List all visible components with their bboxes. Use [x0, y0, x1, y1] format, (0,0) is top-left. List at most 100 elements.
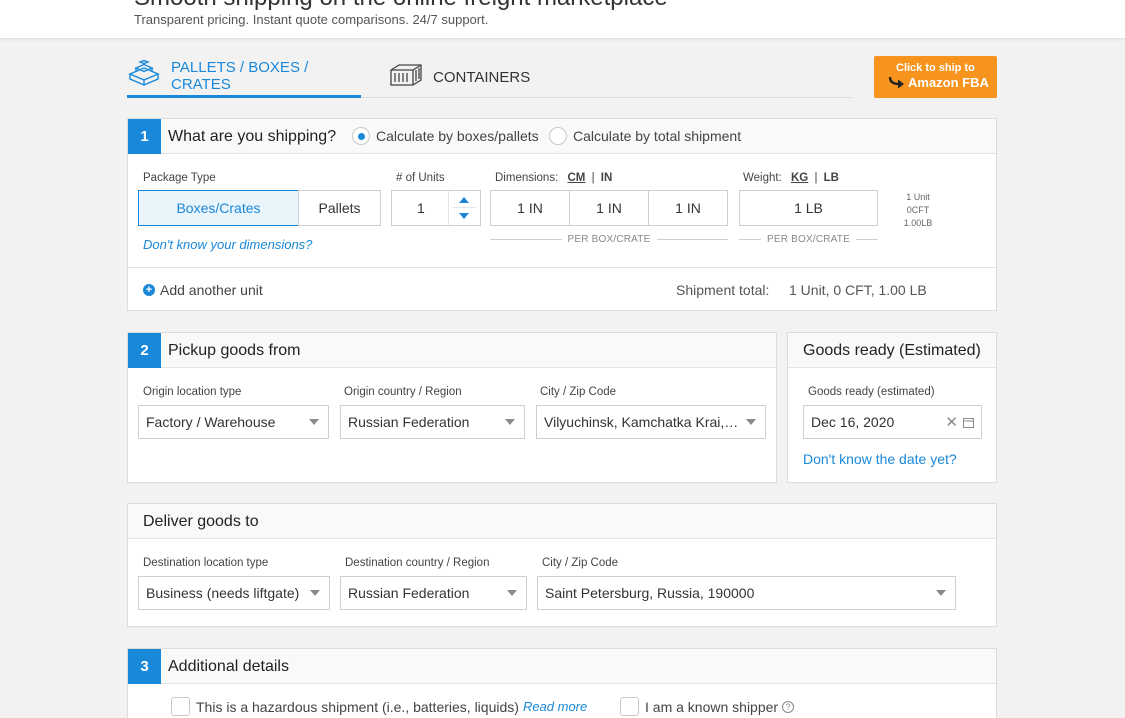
radio-label: Calculate by boxes/pallets — [376, 128, 539, 144]
shipment-type-tabs: PALLETS / BOXES / CRATES CONTAINERS — [127, 56, 852, 98]
checkbox-label: This is a hazardous shipment (i.e., batt… — [196, 698, 519, 715]
radio-by-boxes-pallets[interactable]: Calculate by boxes/pallets — [352, 127, 539, 145]
add-unit-label: Add another unit — [160, 282, 263, 298]
read-more-link[interactable]: Read more — [523, 699, 587, 714]
help-icon[interactable]: ? — [782, 700, 795, 713]
chevron-down-icon — [507, 590, 517, 596]
radio-label: Calculate by total shipment — [573, 128, 742, 144]
origin-type-select[interactable]: Factory / Warehouse — [138, 405, 329, 439]
unit-lb-toggle[interactable]: LB — [824, 172, 839, 184]
tab-containers[interactable]: CONTAINERS — [389, 56, 530, 98]
destination-country-label: Destination country / Region — [345, 557, 490, 569]
select-value: Factory / Warehouse — [146, 414, 276, 430]
goods-ready-label: Goods ready (estimated) — [808, 386, 935, 398]
destination-type-select[interactable]: Business (needs liftgate) — [138, 576, 330, 610]
weight-label: Weight: KG | LB — [743, 172, 839, 184]
radio-by-total-shipment[interactable]: Calculate by total shipment — [549, 127, 741, 145]
chevron-down-icon — [309, 419, 319, 425]
package-pallets-button[interactable]: Pallets — [298, 190, 381, 226]
origin-country-select[interactable]: Russian Federation — [340, 405, 525, 439]
units-stepper[interactable]: 1 — [391, 190, 481, 226]
card-title: Deliver goods to — [143, 513, 259, 530]
tab-pallets-boxes-crates[interactable]: PALLETS / BOXES / CRATES — [127, 56, 361, 98]
summary-lb: 1.00LB — [903, 218, 933, 228]
shipment-total-label: Shipment total: — [676, 282, 770, 298]
card-title: Goods ready (Estimated) — [803, 342, 981, 359]
package-boxes-crates-button[interactable]: Boxes/Crates — [138, 190, 299, 226]
select-value: Vilyuchinsk, Kamchatka Krai, R... — [544, 414, 740, 430]
select-value: Saint Petersburg, Russia, 190000 — [545, 585, 755, 601]
origin-type-label: Origin location type — [143, 386, 242, 398]
date-value: Dec 16, 2020 — [811, 414, 895, 430]
unit-summary: 1 Unit 0CFT 1.00LB — [896, 191, 940, 230]
known-shipper-checkbox[interactable]: I am a known shipper ? — [620, 697, 795, 716]
deliver-card: Deliver goods to Destination location ty… — [127, 503, 997, 627]
chevron-down-icon — [505, 419, 515, 425]
boxes-icon — [127, 59, 161, 91]
curved-arrow-icon — [888, 75, 906, 94]
chevron-down-icon — [310, 590, 320, 596]
tab-label: CONTAINERS — [433, 68, 531, 86]
unit-kg-toggle[interactable]: KG — [791, 172, 808, 184]
unit-in-toggle[interactable]: IN — [601, 172, 613, 184]
checkbox-box — [620, 697, 639, 716]
destination-country-select[interactable]: Russian Federation — [340, 576, 527, 610]
select-value: Russian Federation — [348, 585, 470, 601]
unit-cm-toggle[interactable]: CM — [567, 172, 585, 184]
dimensions-per-box-note: PER BOX/CRATE — [490, 232, 728, 246]
page-subheadline: Transparent pricing. Instant quote compa… — [134, 12, 489, 27]
tab-label: PALLETS / BOXES / CRATES — [171, 58, 309, 93]
pickup-card: 2 Pickup goods from Origin location type… — [127, 332, 777, 483]
width-input[interactable]: 1 IN — [569, 190, 649, 226]
unit-separator: | — [814, 172, 818, 184]
dimensions-help-link[interactable]: Don't know your dimensions? — [143, 237, 312, 252]
goods-ready-card: Goods ready (Estimated) Goods ready (est… — [787, 332, 997, 483]
increment-arrow-icon[interactable] — [459, 197, 469, 203]
weight-per-box-note: PER BOX/CRATE — [739, 232, 878, 246]
additional-details-card: 3 Additional details This is a hazardous… — [127, 648, 997, 718]
origin-city-select[interactable]: Vilyuchinsk, Kamchatka Krai, R... — [536, 405, 766, 439]
summary-unit: 1 Unit — [906, 192, 930, 202]
destination-city-select[interactable]: Saint Petersburg, Russia, 190000 — [537, 576, 956, 610]
select-value: Russian Federation — [348, 414, 470, 430]
note-text: PER BOX/CRATE — [567, 233, 651, 245]
length-input[interactable]: 1 IN — [490, 190, 570, 226]
card-header: 1 What are you shipping? Calculate by bo… — [128, 119, 996, 154]
summary-cft: 0CFT — [906, 205, 930, 215]
checkbox-label: I am a known shipper — [645, 698, 779, 715]
step-number: 2 — [128, 333, 161, 368]
chevron-down-icon — [936, 590, 946, 596]
step-number: 1 — [128, 119, 161, 154]
card-footer-divider — [128, 267, 996, 268]
card-header: Goods ready (Estimated) — [788, 333, 996, 368]
weight-input[interactable]: 1 LB — [739, 190, 878, 226]
radio-indicator — [352, 127, 370, 145]
card-header: Deliver goods to — [128, 504, 996, 539]
height-input[interactable]: 1 IN — [648, 190, 728, 226]
shipment-details-card: 1 What are you shipping? Calculate by bo… — [127, 118, 997, 311]
card-header: 2 Pickup goods from — [128, 333, 776, 368]
chevron-down-icon — [746, 419, 756, 425]
package-type-label: Package Type — [143, 172, 216, 184]
goods-ready-date-input[interactable]: Dec 16, 2020 ✕ — [803, 405, 982, 439]
amazon-fba-button[interactable]: Click to ship to Amazon FBA — [874, 56, 997, 98]
origin-city-label: City / Zip Code — [540, 386, 617, 398]
unknown-date-link[interactable]: Don't know the date yet? — [803, 451, 957, 467]
origin-country-label: Origin country / Region — [344, 386, 462, 398]
units-label: # of Units — [396, 172, 445, 184]
plus-circle-icon: + — [143, 284, 155, 296]
shipment-total-value: 1 Unit, 0 CFT, 1.00 LB — [789, 282, 927, 298]
dimensions-label: Dimensions: CM | IN — [495, 172, 612, 184]
radio-indicator — [549, 127, 567, 145]
note-text: PER BOX/CRATE — [767, 233, 850, 245]
container-icon — [389, 62, 423, 93]
hazardous-checkbox[interactable]: This is a hazardous shipment (i.e., batt… — [171, 697, 587, 716]
card-header: 3 Additional details — [128, 649, 996, 684]
select-value: Business (needs liftgate) — [146, 585, 300, 601]
clear-icon[interactable]: ✕ — [945, 413, 958, 431]
unit-separator: | — [591, 172, 595, 184]
decrement-arrow-icon[interactable] — [459, 213, 469, 219]
calendar-icon[interactable] — [963, 417, 974, 428]
card-title: Pickup goods from — [168, 342, 301, 359]
add-unit-button[interactable]: + Add another unit — [143, 282, 263, 298]
